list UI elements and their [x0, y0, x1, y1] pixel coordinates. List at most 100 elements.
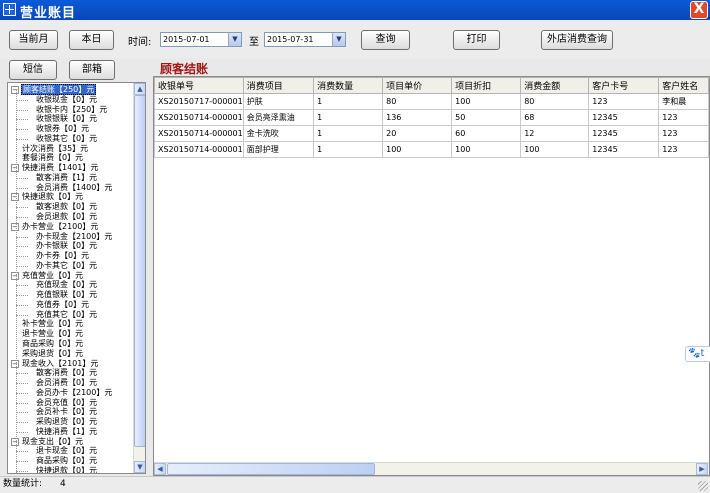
tree-node[interactable]: 散客退款【0】元 — [35, 202, 98, 212]
collapse-icon[interactable]: − — [11, 359, 19, 368]
column-header[interactable]: 消费金额 — [520, 77, 590, 94]
table-row[interactable]: XS20150714-000001 金卡洗吹 1 20 60 12 12345 123 — [154, 125, 709, 142]
to-label: 至 — [249, 37, 259, 48]
sms-button[interactable]: 短信 — [9, 60, 57, 80]
tree-node[interactable]: 会员退款【0】元 — [35, 212, 98, 222]
scroll-right-icon[interactable]: ▶ — [696, 463, 708, 475]
table-cell: XS20150714-000001 — [154, 141, 244, 158]
tree-node[interactable]: 充值券【0】元 — [35, 300, 90, 310]
tree-node[interactable]: 散客消费【1】元 — [35, 173, 98, 183]
table-row[interactable]: XS20150714-000001 会员亮泽熏油 1 136 50 68 12345 123 — [154, 109, 709, 126]
tree-node-label: 散客消费【0】元 — [36, 368, 98, 378]
collapse-icon[interactable]: − — [11, 222, 19, 231]
tree-node-label: 退卡营业【0】元 — [22, 329, 84, 339]
floating-side-tab[interactable]: 🐾t — [685, 346, 710, 362]
tree-node[interactable]: 收银券【0】元 — [35, 124, 90, 134]
table-cell: 12 — [520, 125, 590, 142]
scroll-thumb[interactable] — [134, 95, 145, 447]
tree-node-label: 充值营业【0】元 — [22, 270, 84, 280]
tree-node[interactable]: 收银其它【0】元 — [35, 134, 98, 144]
tree-connector — [16, 304, 28, 306]
tree-node-label: 顾客结账【250】元 — [21, 84, 97, 95]
department-button[interactable]: 部箱 — [69, 60, 115, 80]
table-cell: 136 — [382, 109, 453, 126]
chevron-down-icon[interactable]: ▼ — [228, 33, 241, 46]
grid-horizontal-scrollbar[interactable]: ◀ ▶ — [154, 462, 709, 475]
close-button[interactable]: X — [690, 1, 708, 19]
table-row[interactable]: XS20150717-000001 护肤 1 80 100 80 123 李和晨 — [154, 93, 709, 110]
tree-node[interactable]: 快捷退款【0】元 — [35, 466, 98, 473]
tree-node-label: 会员办卡【2100】元 — [36, 387, 113, 397]
tree-vertical-scrollbar[interactable]: ▲ ▼ — [133, 83, 145, 473]
tree-node[interactable]: 办卡其它【0】元 — [35, 261, 98, 271]
tree-node[interactable]: 补卡营业【0】元 — [21, 319, 84, 329]
table-cell: 100 — [520, 141, 590, 158]
category-tree[interactable]: − 顾客结账【250】元 收银现金【0】元 收银卡内【250】元 收银银联【0】元 收银券… — [7, 82, 146, 474]
external-query-button[interactable]: 外店消费查询 — [541, 30, 613, 50]
current-month-button[interactable]: 当前月 — [9, 30, 58, 50]
collapse-icon[interactable]: − — [11, 437, 19, 446]
table-cell: 20 — [382, 125, 453, 142]
column-header[interactable]: 消费项目 — [242, 77, 315, 94]
collapse-icon[interactable]: − — [11, 193, 19, 202]
records-table: 收银单号 消费项目 消费数量 项目单价 项目折扣 消费金额 客户卡号 客户姓名 XS20150… — [154, 77, 709, 158]
column-header[interactable]: 项目单价 — [382, 77, 453, 94]
tree-node[interactable]: 退卡现金【0】元 — [35, 446, 98, 456]
tree-node-label: 会员补卡【0】元 — [36, 407, 98, 417]
table-row[interactable]: XS20150714-000001 面部护理 1 100 100 100 12345 123 — [154, 141, 709, 158]
tree-node[interactable]: 办卡银联【0】元 — [35, 241, 98, 251]
query-button[interactable]: 查询 — [361, 30, 410, 50]
tree-node[interactable]: 商品采购【0】元 — [21, 339, 84, 349]
scroll-down-icon[interactable]: ▼ — [134, 461, 145, 473]
tree-node[interactable]: 收银银联【0】元 — [35, 114, 98, 124]
tree-node[interactable]: 采购退货【0】元 — [21, 349, 84, 359]
column-header[interactable]: 客户卡号 — [588, 77, 660, 94]
tree-node-label: 快捷消费【1】元 — [36, 426, 98, 436]
table-cell: 护肤 — [242, 93, 315, 110]
app-icon — [3, 3, 16, 16]
side-tab-label: t — [700, 348, 705, 359]
tree-node[interactable]: 快捷消费【1】元 — [35, 427, 98, 437]
tree-node[interactable]: 会员消费【0】元 — [35, 378, 98, 388]
tree-node[interactable]: 商品采购【0】元 — [35, 456, 98, 466]
section-title: 顾客结账 — [160, 62, 209, 76]
tree-node[interactable]: − 顾客结账【250】元 — [11, 84, 97, 95]
tree-node[interactable]: 采购退货【0】元 — [35, 417, 98, 427]
column-header[interactable]: 消费数量 — [313, 77, 384, 94]
tree-node[interactable]: 退卡营业【0】元 — [21, 329, 84, 339]
scroll-left-icon[interactable]: ◀ — [154, 463, 166, 475]
tree-node[interactable]: − 快捷消费【1401】元 — [11, 163, 99, 173]
tree-node[interactable]: 会员补卡【0】元 — [35, 407, 98, 417]
tree-node-label: 会员退款【0】元 — [36, 212, 98, 221]
collapse-icon[interactable]: − — [11, 86, 19, 94]
table-cell: XS20150714-000001 — [154, 125, 244, 142]
date-to-picker[interactable]: 2015-07-31 ▼ — [264, 32, 346, 47]
tree-node[interactable]: − 快捷退款【0】元 — [11, 192, 84, 202]
resize-grip-icon[interactable] — [698, 481, 708, 491]
tree-node[interactable]: 套餐消费【0】元 — [21, 153, 84, 163]
collapse-icon[interactable]: − — [11, 164, 19, 173]
column-header[interactable]: 收银单号 — [154, 77, 244, 94]
scroll-thumb[interactable] — [167, 463, 375, 475]
today-button[interactable]: 本日 — [69, 30, 114, 50]
date-from-picker[interactable]: 2015-07-01 ▼ — [160, 32, 242, 47]
tree-node[interactable]: 充值现金【0】元 — [35, 280, 98, 290]
tree-node[interactable]: 收银现金【0】元 — [35, 95, 98, 105]
tree-node[interactable]: 办卡券【0】元 — [35, 251, 90, 261]
date-from-value: 2015-07-01 — [163, 35, 210, 44]
tree-node[interactable]: 散客消费【0】元 — [35, 368, 98, 378]
table-cell: 80 — [382, 93, 453, 110]
tree-node[interactable]: − 办卡营业【2100】元 — [11, 222, 99, 232]
tree-connector — [16, 119, 28, 121]
records-grid[interactable]: 收银单号 消费项目 消费数量 项目单价 项目折扣 消费金额 客户卡号 客户姓名 XS20150… — [153, 76, 710, 476]
chevron-down-icon[interactable]: ▼ — [332, 33, 345, 46]
column-header[interactable]: 客户姓名 — [658, 77, 709, 94]
column-header[interactable]: 项目折扣 — [451, 77, 522, 94]
table-cell: 面部护理 — [242, 141, 315, 158]
tree-node-label: 现金收入【2101】元 — [22, 358, 99, 368]
scroll-up-icon[interactable]: ▲ — [134, 83, 145, 95]
collapse-icon[interactable]: − — [11, 271, 19, 280]
tree-node[interactable]: 充值银联【0】元 — [35, 290, 98, 300]
tree-node[interactable]: 会员办卡【2100】元 — [35, 388, 113, 398]
print-button[interactable]: 打印 — [453, 30, 500, 50]
